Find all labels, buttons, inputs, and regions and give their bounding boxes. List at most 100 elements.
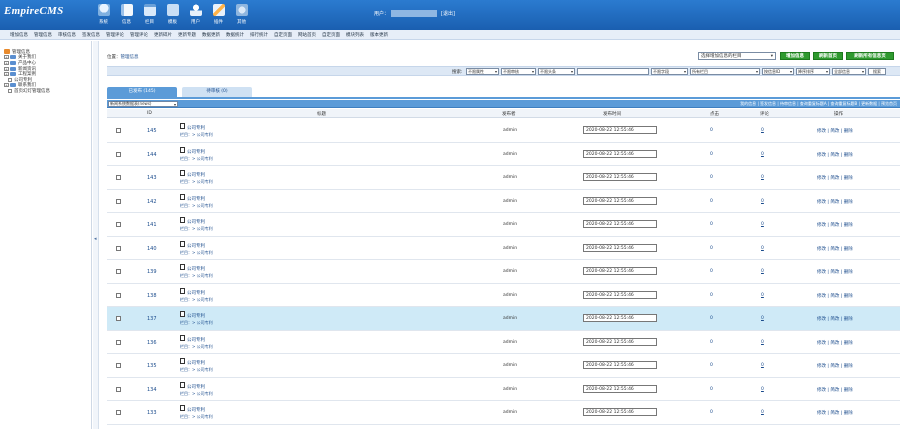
row-id[interactable]: 138: [147, 293, 157, 299]
tool-links[interactable]: 我的信息 | 签发信息 | 待审信息 | 查询重复标题A | 查询重复标题B |…: [740, 101, 897, 107]
row-id[interactable]: 136: [147, 340, 157, 346]
row-ops[interactable]: 修改 | 简改 | 删除: [817, 269, 853, 275]
subnav-item[interactable]: 审核信息: [58, 32, 76, 38]
row-title[interactable]: 公司专利: [187, 196, 205, 202]
row-title[interactable]: 公司专利: [187, 313, 205, 319]
row-time-input[interactable]: 2020-08-22 12:55:46: [583, 408, 657, 416]
subnav-item[interactable]: 版本更新: [370, 32, 388, 38]
expand-icon[interactable]: +: [4, 72, 9, 77]
row-title[interactable]: 公司专利: [187, 337, 205, 343]
row-checkbox[interactable]: [116, 175, 121, 180]
expand-icon[interactable]: +: [4, 55, 9, 60]
row-comments[interactable]: 0: [761, 316, 764, 321]
topnav-plugin[interactable]: 插件: [207, 2, 230, 29]
subnav-item[interactable]: 数据更新: [202, 32, 220, 38]
row-id[interactable]: 144: [147, 152, 157, 158]
row-category[interactable]: 栏目：> 公司专利: [180, 273, 213, 279]
row-checkbox[interactable]: [116, 339, 121, 345]
keyword-input[interactable]: [577, 68, 649, 75]
row-category[interactable]: 栏目：> 公司专利: [180, 156, 213, 162]
row-id[interactable]: 142: [147, 199, 157, 205]
order-select[interactable]: 降序排序 ▾: [796, 68, 830, 75]
topnav-template[interactable]: 模板: [161, 2, 184, 29]
row-id[interactable]: 134: [147, 387, 157, 393]
row-ops[interactable]: 修改 | 简改 | 删除: [817, 387, 853, 393]
row-id[interactable]: 135: [147, 363, 157, 369]
subnav-item[interactable]: 管理信息: [34, 32, 52, 38]
row-checkbox[interactable]: [116, 198, 121, 204]
row-title[interactable]: 公司专利: [187, 125, 205, 131]
row-ops[interactable]: 修改 | 简改 | 删除: [817, 363, 853, 369]
row-ops[interactable]: 修改 | 简改 | 删除: [817, 410, 853, 416]
topnav-info[interactable]: 信息: [115, 2, 138, 29]
row-checkbox[interactable]: [116, 269, 121, 274]
subnav-item[interactable]: 更新碎片: [154, 32, 172, 38]
row-time-input[interactable]: 2020-08-22 12:55:46: [583, 314, 657, 322]
table-row[interactable]: 145 公司专利 栏目：> 公司专利 admin 2020-08-22 12:55:46…: [107, 119, 900, 143]
row-title[interactable]: 公司专利: [187, 360, 205, 366]
row-checkbox[interactable]: [116, 363, 121, 368]
table-row[interactable]: 144 公司专利 栏目：> 公司专利 admin 2020-08-22 12:55:46…: [107, 142, 900, 166]
row-time-input[interactable]: 2020-08-22 12:55:46: [583, 196, 657, 205]
table-row[interactable]: 141 公司专利 栏目：> 公司专利 admin 2020-08-22 12:55:46…: [107, 213, 900, 237]
subnav-item[interactable]: 管理评论: [106, 32, 124, 38]
expand-icon[interactable]: +: [4, 60, 9, 65]
check-select[interactable]: 不限审核 ▾: [501, 68, 536, 75]
field-select[interactable]: 不限字段 ▾: [651, 68, 688, 75]
logout-link[interactable]: [退出]: [441, 10, 455, 17]
row-category[interactable]: 栏目：> 公司专利: [180, 297, 213, 303]
row-checkbox[interactable]: [116, 128, 121, 133]
row-time-input[interactable]: 2020-08-22 12:55:46: [583, 243, 657, 252]
row-time-input[interactable]: 2020-08-22 12:55:46: [583, 384, 657, 393]
row-category[interactable]: 栏目：> 公司专利: [180, 132, 213, 138]
row-checkbox[interactable]: [116, 245, 121, 251]
row-category[interactable]: 栏目：> 公司专利: [180, 203, 213, 209]
row-ops[interactable]: 修改 | 简改 | 删除: [817, 175, 853, 181]
row-comments[interactable]: 0: [761, 340, 764, 345]
table-row[interactable]: 136 公司专利 栏目：> 公司专利 admin 2020-08-22 12:55:46…: [107, 330, 900, 354]
row-category[interactable]: 栏目：> 公司专利: [180, 414, 213, 420]
row-checkbox[interactable]: [116, 151, 121, 157]
table-row[interactable]: 139 公司专利 栏目：> 公司专利 admin 2020-08-22 12:55:46…: [107, 260, 900, 284]
row-category[interactable]: 栏目：> 公司专利: [180, 344, 213, 350]
row-ops[interactable]: 修改 | 简改 | 删除: [817, 152, 853, 158]
row-comments[interactable]: 0: [761, 128, 764, 133]
row-title[interactable]: 公司专利: [187, 266, 205, 272]
row-title[interactable]: 公司专利: [187, 243, 205, 249]
row-comments[interactable]: 0: [761, 363, 764, 368]
row-comments[interactable]: 0: [761, 222, 764, 227]
row-category[interactable]: 栏目：> 公司专利: [180, 391, 213, 397]
row-time-input[interactable]: 2020-08-22 12:55:46: [583, 126, 657, 134]
row-title[interactable]: 公司专利: [187, 219, 205, 225]
row-comments[interactable]: 0: [761, 387, 764, 392]
tab-published[interactable]: 已发布 (145): [107, 87, 177, 97]
subnav-item[interactable]: 更新专题: [178, 32, 196, 38]
add-info-button[interactable]: 增加信息: [780, 52, 810, 60]
sort-select[interactable]: 按信息ID ▾: [762, 68, 794, 75]
row-ops[interactable]: 修改 | 简改 | 删除: [817, 222, 853, 228]
topnav-column[interactable]: 栏目: [138, 2, 161, 29]
flag-select[interactable]: 不限属性 ▾: [466, 68, 499, 75]
row-checkbox[interactable]: [116, 316, 121, 321]
expand-icon[interactable]: +: [4, 66, 9, 71]
table-row[interactable]: 140 公司专利 栏目：> 公司专利 admin 2020-08-22 12:55:46…: [107, 236, 900, 260]
table-row[interactable]: 143 公司专利 栏目：> 公司专利 admin 2020-08-22 12:55:46…: [107, 166, 900, 190]
row-comments[interactable]: 0: [761, 269, 764, 274]
subnav-item[interactable]: 管理评论: [130, 32, 148, 38]
expand-icon[interactable]: +: [4, 83, 9, 88]
scope-select[interactable]: 全部信息 ▾: [832, 68, 866, 75]
subnav-item[interactable]: 增加信息: [10, 32, 28, 38]
tab-drafts[interactable]: 待审核 (0): [182, 87, 252, 97]
row-title[interactable]: 公司专利: [187, 149, 205, 155]
row-ops[interactable]: 修改 | 简改 | 删除: [817, 316, 853, 322]
row-comments[interactable]: 0: [761, 410, 764, 415]
row-time-input[interactable]: 2020-08-22 12:55:46: [583, 149, 657, 158]
subnav-item[interactable]: 数据统计: [226, 32, 244, 38]
row-checkbox[interactable]: [116, 410, 121, 415]
table-row[interactable]: 133 公司专利 栏目：> 公司专利 admin 2020-08-22 12:55:46…: [107, 401, 900, 425]
row-id[interactable]: 145: [147, 128, 157, 134]
subnav-item[interactable]: 签发信息: [82, 32, 100, 38]
row-title[interactable]: 公司专利: [187, 172, 205, 178]
subnav-item[interactable]: 自定页面: [274, 32, 292, 38]
row-time-input[interactable]: 2020-08-22 12:55:46: [583, 173, 657, 181]
